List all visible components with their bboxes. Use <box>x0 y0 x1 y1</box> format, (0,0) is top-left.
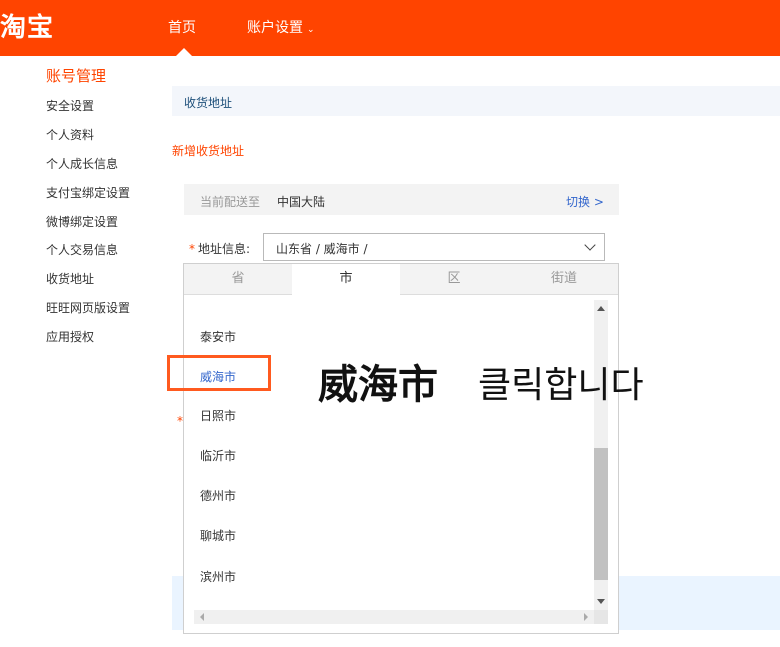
nav-home-link[interactable]: 首页 <box>168 17 196 37</box>
city-option-linyi[interactable]: 临沂市 <box>200 447 236 464</box>
delivery-value: 中国大陆 <box>277 195 326 209</box>
city-option-taian[interactable]: 泰安市 <box>200 328 236 345</box>
city-option-rizhao[interactable]: 日照市 <box>200 407 236 424</box>
scroll-right-arrow-icon[interactable] <box>584 613 588 621</box>
section-header: 收货地址 <box>172 86 780 116</box>
top-navigation-bar: 淘宝 首页 账户设置 ⌄ <box>0 0 780 56</box>
tab-city[interactable]: 市 <box>292 264 400 295</box>
taobao-logo[interactable]: 淘宝 <box>0 10 54 46</box>
new-address-title: 新增收货地址 <box>172 144 245 158</box>
tab-province[interactable]: 省 <box>184 264 292 294</box>
switch-region-link[interactable]: 切换 > <box>566 193 604 210</box>
city-option-dezhou[interactable]: 德州市 <box>200 487 236 504</box>
city-option-binzhou[interactable]: 滨州市 <box>200 568 236 585</box>
scroll-up-arrow-icon[interactable] <box>597 306 605 311</box>
city-option-liaocheng[interactable]: 聊城市 <box>200 527 236 544</box>
nav-active-pointer <box>176 48 192 56</box>
sidebar-item-app-auth[interactable]: 应用授权 <box>46 328 94 345</box>
picker-tabs: 省 市 区 街道 <box>184 264 618 295</box>
annotation-target-text: 威海市 <box>318 362 438 408</box>
nav-account-settings[interactable]: 账户设置 ⌄ <box>247 17 315 37</box>
sidebar-item-wangwang[interactable]: 旺旺网页版设置 <box>46 299 130 316</box>
sidebar-item-alipay[interactable]: 支付宝绑定设置 <box>46 184 130 201</box>
required-mark: * <box>189 242 195 256</box>
annotation-action-text: 클릭합니다 <box>478 365 644 406</box>
tab-street[interactable]: 街道 <box>510 264 618 294</box>
sidebar-item-profile[interactable]: 个人资料 <box>46 126 94 143</box>
click-target-highlight <box>167 355 271 391</box>
address-label-text: 地址信息: <box>198 242 251 256</box>
vertical-scrollbar[interactable] <box>594 300 608 610</box>
scroll-down-arrow-icon[interactable] <box>597 599 605 604</box>
tab-district[interactable]: 区 <box>400 264 508 294</box>
sidebar-title: 账号管理 <box>46 67 107 85</box>
section-title: 收货地址 <box>184 96 233 110</box>
sidebar-item-trade-info[interactable]: 个人交易信息 <box>46 241 118 258</box>
address-select[interactable]: 山东省 / 威海市 / <box>263 233 605 261</box>
sidebar-item-growth[interactable]: 个人成长信息 <box>46 155 118 172</box>
horizontal-scrollbar[interactable] <box>194 610 594 624</box>
sidebar-item-address[interactable]: 收货地址 <box>46 270 94 287</box>
nav-account-label: 账户设置 <box>247 20 303 36</box>
scrollbar-corner <box>594 610 608 624</box>
chevron-down-icon <box>584 239 596 251</box>
region-picker-dropdown: 省 市 区 街道 泰安市 威海市 日照市 临沂市 德州市 聊城市 滨州市 <box>183 263 619 634</box>
scroll-left-arrow-icon[interactable] <box>200 613 204 621</box>
sidebar-item-weibo[interactable]: 微博绑定设置 <box>46 213 118 230</box>
delivery-label: 当前配送至 <box>200 195 261 209</box>
delivery-region-bar: 当前配送至 中国大陆 切换 > <box>184 184 619 215</box>
address-select-value: 山东省 / 威海市 / <box>276 242 368 256</box>
sidebar-item-security[interactable]: 安全设置 <box>46 97 94 114</box>
scrollbar-thumb[interactable] <box>594 448 608 580</box>
address-field-label: * 地址信息: <box>189 240 250 257</box>
chevron-down-icon: ⌄ <box>307 25 315 35</box>
